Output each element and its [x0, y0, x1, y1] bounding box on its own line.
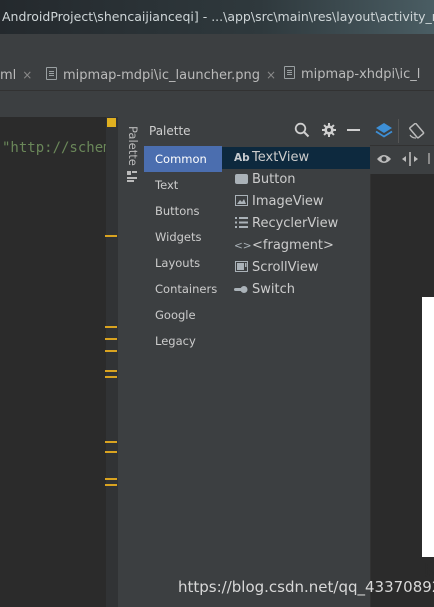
widget-recyclerview[interactable]: RecyclerView — [222, 213, 370, 235]
widget-label: <fragment> — [252, 238, 334, 253]
category-common[interactable]: Common — [144, 146, 222, 172]
image-file-icon — [284, 66, 295, 79]
window-title: AndroidProject\shencaijianceqi] - ...\ap… — [2, 9, 434, 24]
widget-label: Switch — [252, 282, 295, 297]
widget-label: Button — [252, 172, 296, 187]
watermark: https://blog.csdn.net/qq_43370892 — [178, 578, 434, 596]
tab-layout-xml[interactable]: ml × — [0, 60, 32, 90]
category-legacy[interactable]: Legacy — [144, 328, 222, 354]
minimize-icon[interactable] — [347, 129, 360, 131]
category-containers[interactable]: Containers — [144, 276, 222, 302]
widget-label: ScrollView — [252, 260, 319, 275]
palette-title: Palette — [149, 124, 191, 138]
window-title-bar: AndroidProject\shencaijianceqi] - ...\ap… — [0, 0, 434, 34]
toolbar-divider — [398, 119, 399, 143]
palette-icon[interactable] — [127, 170, 137, 182]
category-buttons[interactable]: Buttons — [144, 198, 222, 224]
warning-marker[interactable] — [105, 451, 117, 453]
warning-marker[interactable] — [105, 338, 117, 340]
search-icon[interactable] — [294, 122, 310, 138]
tab-label: mipmap-xhdpi\ic_l — [301, 67, 421, 82]
widget-label: ImageView — [252, 194, 324, 209]
tab-mipmap-mdpi[interactable]: mipmap-mdpi\ic_launcher.png × — [46, 60, 276, 90]
close-icon[interactable]: × — [22, 68, 32, 82]
widget-textview[interactable]: Ab TextView — [222, 147, 370, 169]
widget-switch[interactable]: Switch — [222, 279, 370, 301]
warning-marker[interactable] — [105, 441, 117, 443]
category-widgets[interactable]: Widgets — [144, 224, 222, 250]
overflow-icon[interactable] — [428, 153, 430, 164]
eye-icon[interactable] — [376, 153, 392, 165]
error-stripe[interactable] — [106, 117, 118, 607]
tab-mipmap-xhdpi[interactable]: mipmap-xhdpi\ic_l — [284, 60, 420, 90]
warning-marker[interactable] — [105, 326, 117, 328]
layers-icon[interactable] — [375, 122, 393, 140]
warning-marker[interactable] — [105, 484, 117, 486]
device-preview[interactable] — [422, 297, 434, 557]
widget-imageview[interactable]: ImageView — [222, 191, 370, 213]
tab-label: mipmap-mdpi\ic_launcher.png — [63, 68, 260, 83]
palette-tool-strip — [118, 117, 145, 607]
image-file-icon — [46, 67, 57, 80]
editor-subtoolbar — [0, 91, 434, 117]
widget-scrollview[interactable]: ScrollView — [222, 257, 370, 279]
warning-marker[interactable] — [105, 376, 117, 378]
code-string: "http://schem — [2, 140, 112, 156]
fragment-icon: <> — [234, 240, 252, 252]
widget-label: RecyclerView — [252, 216, 339, 231]
close-icon[interactable]: × — [266, 68, 276, 82]
category-layouts[interactable]: Layouts — [144, 250, 222, 276]
constraints-icon[interactable] — [402, 152, 418, 166]
warning-marker[interactable] — [105, 370, 117, 372]
textview-icon: Ab — [234, 152, 250, 164]
imageview-icon — [234, 191, 248, 213]
preview-text: 良 — [423, 560, 434, 579]
main-toolbar — [0, 34, 434, 60]
button-icon — [234, 169, 248, 191]
scrollview-icon — [234, 257, 248, 279]
code-editor[interactable] — [0, 117, 106, 607]
warning-indicator-icon[interactable] — [107, 118, 116, 127]
widget-fragment[interactable]: <><fragment> — [222, 235, 370, 257]
recyclerview-icon — [234, 213, 248, 235]
warning-marker[interactable] — [105, 478, 117, 480]
orientation-icon[interactable] — [408, 123, 426, 139]
widget-label: TextView — [252, 150, 310, 165]
widget-button[interactable]: Button — [222, 169, 370, 191]
warning-marker[interactable] — [105, 350, 117, 352]
category-text[interactable]: Text — [144, 172, 222, 198]
gear-icon[interactable] — [321, 122, 337, 138]
tab-label: ml — [0, 68, 17, 83]
category-google[interactable]: Google — [144, 302, 222, 328]
warning-marker[interactable] — [105, 235, 117, 237]
switch-icon — [234, 279, 248, 301]
editor-tab-bar: ml × mipmap-mdpi\ic_launcher.png × mipmap-… — [0, 60, 434, 91]
